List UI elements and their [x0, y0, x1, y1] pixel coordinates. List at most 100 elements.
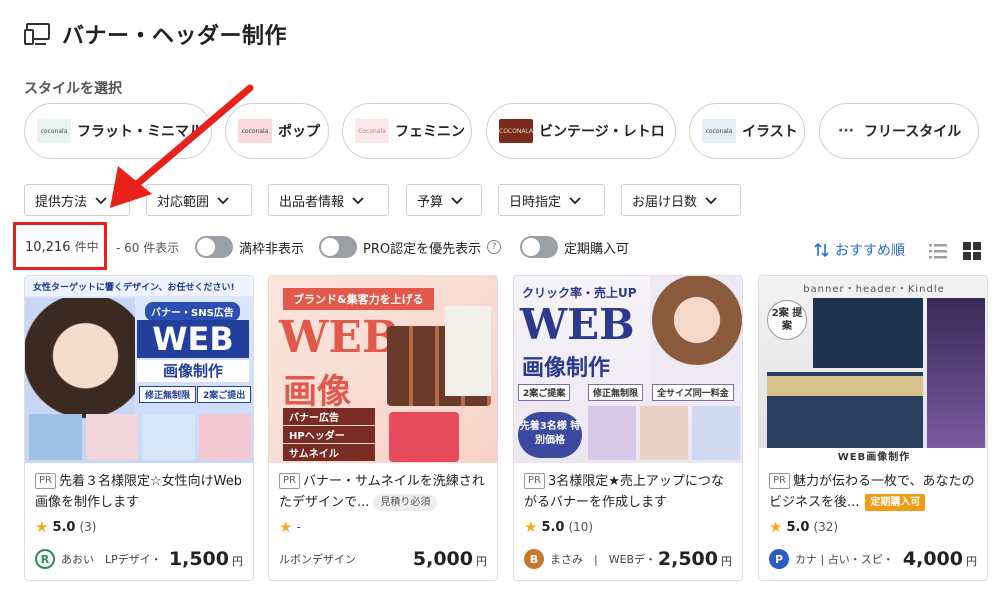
rating: ★ 5.0 (32): [769, 517, 977, 537]
service-title[interactable]: PR 魅力が伝わる一枚で、あなたのビジネスを後... 定期購入可: [769, 471, 977, 513]
style-chip-label: イラスト: [742, 124, 798, 140]
service-thumbnail[interactable]: 女性ターゲットに響くデザイン、お任せください! バナー・SNS広告 WEB 画像…: [25, 276, 253, 463]
seller-row: ルボンデザイン 5,000 円: [279, 548, 487, 570]
rating-count: (3): [79, 520, 97, 534]
banner-text: banner・header・Kindle: [803, 284, 945, 295]
filter-label: 提供方法: [35, 194, 88, 210]
rating: ★ -: [279, 517, 487, 537]
feminine-thumbnail: Coconala: [355, 119, 389, 143]
banner-text: HPヘッダー: [283, 426, 375, 443]
filter-budget[interactable]: 予算: [406, 184, 482, 216]
banner-text: サムネイル: [283, 444, 375, 461]
service-thumbnail[interactable]: banner・header・Kindle 2案 提案 WEB画像制作: [759, 276, 987, 463]
page-title: バナー・ヘッダー制作: [62, 24, 288, 49]
service-title[interactable]: PR バナー・サムネイルを洗練されたデザインで... 見積り必須: [279, 471, 487, 513]
filter-scope[interactable]: 対応範囲: [146, 184, 252, 216]
filter-date[interactable]: 日時指定: [498, 184, 605, 216]
rating-value: 5.0: [541, 519, 565, 535]
toggle-pro-priority[interactable]: PRO認定を優先表示 ?: [319, 236, 502, 258]
star-icon: ★: [279, 518, 293, 536]
list-view-icon[interactable]: [928, 241, 948, 261]
banner-text: 2案ご提案: [518, 384, 571, 401]
chevron-down-icon: [569, 197, 581, 205]
banner-text: 2案 提案: [767, 300, 807, 340]
service-thumbnail[interactable]: クリック率・売上UP WEB 画像制作 2案ご提案 修正無制限 全サイズ同一料金…: [514, 276, 742, 463]
chevron-down-icon: [95, 197, 107, 205]
filter-delivery-method[interactable]: 提供方法: [24, 184, 130, 216]
service-card[interactable]: ブランド&集客力を上げる WEB 画像 バナー広告 HPヘッダー サムネイル P…: [268, 275, 498, 581]
page-header: バナー・ヘッダー制作: [22, 18, 287, 50]
banner-text: 画像: [283, 372, 351, 412]
pr-badge: PR: [35, 473, 56, 489]
banner-text: WEB画像制作: [759, 448, 987, 463]
style-chip-vintage[interactable]: COCONALA ビンテージ・レトロ: [486, 103, 676, 159]
banner-text: クリック率・売上UP: [522, 286, 637, 300]
seller-rank-icon: B: [524, 549, 544, 569]
price-value: 4,000: [902, 548, 963, 570]
result-count-value: 10,216: [25, 240, 71, 255]
service-thumbnail[interactable]: ブランド&集客力を上げる WEB 画像 バナー広告 HPヘッダー サムネイル: [269, 276, 497, 463]
chevron-down-icon: [217, 197, 229, 205]
result-count: 10,216 件中: [25, 238, 99, 255]
seller-name[interactable]: カナ | 占い・スピ・: [795, 551, 894, 567]
banner-text: バナー広告: [283, 408, 375, 425]
service-card[interactable]: banner・header・Kindle 2案 提案 WEB画像制作 PR 魅力が…: [758, 275, 988, 581]
service-card[interactable]: クリック率・売上UP WEB 画像制作 2案ご提案 修正無制限 全サイズ同一料金…: [513, 275, 743, 581]
style-chip-pop[interactable]: coconala ポップ: [225, 103, 329, 159]
seller-name[interactable]: ルボンデザイン: [279, 551, 356, 567]
banner-text: 画像制作: [522, 355, 611, 381]
seller-name[interactable]: あおい LPデザイ・: [61, 551, 162, 567]
filter-seller-info[interactable]: 出品者情報: [268, 184, 389, 216]
toggle-switch[interactable]: [195, 236, 233, 258]
toggle-hide-full[interactable]: 満枠非表示: [195, 236, 304, 258]
style-chip-flat[interactable]: coconala フラット・ミニマル: [24, 103, 212, 159]
service-card[interactable]: 女性ターゲットに響くデザイン、お任せください! バナー・SNS広告 WEB 画像…: [24, 275, 254, 581]
chevron-down-icon: [352, 197, 364, 205]
toggle-switch[interactable]: [319, 236, 357, 258]
banner-text: 女性ターゲットに響くデザイン、お任せください!: [33, 283, 235, 293]
price-value: 5,000: [412, 548, 473, 570]
style-chip-label: ビンテージ・レトロ: [539, 124, 665, 140]
filter-delivery-days[interactable]: お届け日数: [621, 184, 741, 216]
price-value: 1,500: [168, 548, 229, 570]
filter-label: 日時指定: [509, 194, 562, 210]
toggle-subscription[interactable]: 定期購入可: [520, 236, 629, 258]
sort-dropdown[interactable]: おすすめ順: [814, 240, 905, 260]
style-chip-feminine[interactable]: Coconala フェミニン: [342, 103, 472, 159]
price-unit: 円: [476, 555, 487, 568]
rating-count: (10): [568, 520, 594, 534]
flat-thumbnail: coconala: [37, 119, 71, 143]
toggle-label: 満枠非表示: [239, 241, 305, 257]
price: 4,000 円: [903, 548, 977, 570]
sort-icon: [814, 242, 829, 258]
price: 2,500 円: [658, 548, 732, 570]
chevron-down-icon: [451, 197, 463, 205]
star-icon: ★: [35, 518, 49, 536]
rating-value: 5.0: [52, 519, 76, 535]
style-select-label: スタイルを選択: [24, 81, 122, 97]
subscription-tag: 定期購入可: [865, 494, 926, 511]
quote-required-tag: 見積り必須: [373, 494, 438, 511]
help-icon[interactable]: ?: [487, 240, 502, 254]
seller-rank-icon: R: [35, 549, 55, 569]
toggle-switch[interactable]: [520, 236, 558, 258]
banner-text: ブランド&集客力を上げる: [283, 288, 434, 310]
banner-text: 修正無制限: [588, 384, 644, 401]
sort-label: おすすめ順: [835, 243, 905, 259]
style-chip-label: フェミニン: [395, 124, 465, 140]
star-icon: ★: [769, 518, 783, 536]
seller-row: B まさみ | WEBデ・ 2,500 円: [524, 548, 732, 570]
rating-count: (32): [813, 520, 839, 534]
service-title[interactable]: PR 3名様限定★売上アップにつながるバナーを作成します: [524, 471, 732, 513]
style-chip-label: フラット・ミニマル: [77, 124, 203, 140]
service-title-text: 先着３名様限定☆女性向けWeb画像を制作します: [35, 474, 242, 510]
price-unit: 円: [966, 555, 977, 568]
pr-badge: PR: [524, 473, 545, 489]
seller-name[interactable]: まさみ | WEBデ・: [550, 551, 652, 567]
grid-view-icon[interactable]: [962, 241, 982, 261]
style-chip-illust[interactable]: coconala イラスト: [689, 103, 805, 159]
price: 5,000 円: [413, 548, 487, 570]
service-title[interactable]: PR 先着３名様限定☆女性向けWeb画像を制作します: [35, 471, 243, 513]
style-chip-free[interactable]: ··· フリースタイル: [819, 103, 979, 159]
toggle-label: 定期購入可: [564, 241, 630, 257]
